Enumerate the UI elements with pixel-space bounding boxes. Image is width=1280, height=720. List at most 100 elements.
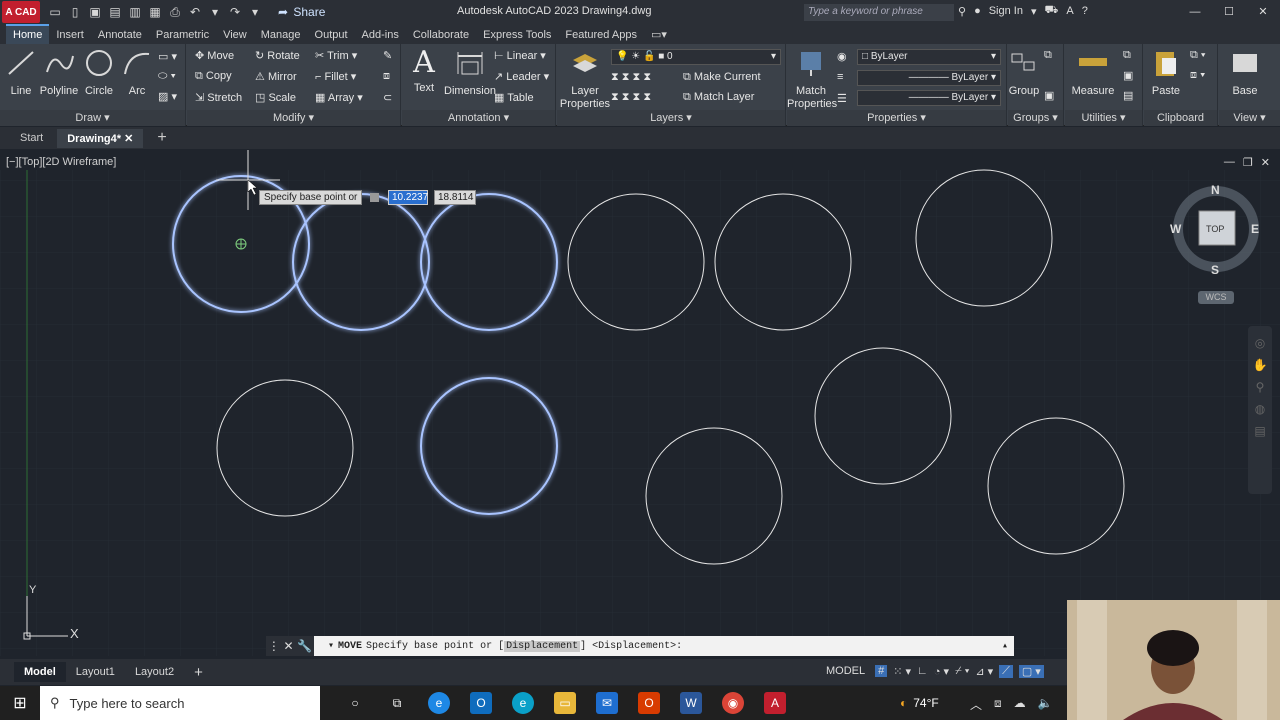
group-select-icon[interactable]: ▣ bbox=[1044, 89, 1054, 102]
close-tab-icon[interactable]: ✕ bbox=[124, 133, 133, 145]
tab-home[interactable]: Home bbox=[6, 24, 50, 44]
fillet-button[interactable]: ⌐ Fillet ▾ bbox=[315, 70, 356, 83]
vp-close-icon[interactable]: ✕ bbox=[1261, 156, 1270, 169]
calculator-icon[interactable]: ▤ bbox=[1123, 89, 1133, 102]
undo-icon[interactable]: ↶ bbox=[188, 5, 202, 19]
tab-view[interactable]: View bbox=[216, 26, 254, 44]
volume-icon[interactable]: 🔈 bbox=[1038, 696, 1053, 713]
measure-tool[interactable]: Measure bbox=[1067, 48, 1119, 97]
autodesk-a360-icon[interactable]: A bbox=[1066, 5, 1073, 17]
layout-tab-model[interactable]: Model bbox=[14, 662, 66, 682]
explode-icon[interactable]: ⧈ bbox=[383, 70, 390, 83]
new-layout-button[interactable]: + bbox=[184, 660, 213, 685]
x-coordinate-input[interactable]: 10.2237 bbox=[388, 190, 428, 205]
linear-button[interactable]: ⊢ Linear ▾ bbox=[494, 49, 546, 62]
maximize-icon[interactable]: ☐ bbox=[1212, 0, 1246, 24]
viewport-controls-label[interactable]: [−][Top][2D Wireframe] bbox=[6, 156, 116, 168]
weather-widget[interactable]: ◐ 74°F bbox=[900, 696, 939, 710]
group-tool[interactable]: Group bbox=[1008, 48, 1040, 97]
leader-button[interactable]: ↗ Leader ▾ bbox=[494, 70, 549, 83]
ortho-icon[interactable]: ∟ bbox=[917, 665, 928, 677]
view-panel-title[interactable]: View ▾ bbox=[1219, 110, 1280, 126]
viewcube-top[interactable]: TOP bbox=[1206, 224, 1224, 234]
recent-commands-icon[interactable]: ▴ bbox=[1002, 640, 1008, 652]
mail-icon[interactable]: ✉ bbox=[596, 692, 618, 714]
office-icon[interactable]: O bbox=[638, 692, 660, 714]
redo-dropdown-icon[interactable]: ▾ bbox=[248, 5, 262, 19]
model-space-button[interactable]: MODEL bbox=[822, 663, 869, 679]
groups-panel-title[interactable]: Groups ▾ bbox=[1008, 110, 1063, 126]
wcs-menu[interactable]: WCS bbox=[1198, 291, 1234, 304]
search-icon[interactable]: ⚲ bbox=[958, 5, 966, 18]
stretch-button[interactable]: ⇲ Stretch bbox=[195, 91, 242, 104]
save-icon[interactable]: ▣ bbox=[88, 5, 102, 19]
table-button[interactable]: ▦ Table bbox=[494, 91, 534, 104]
open-icon[interactable]: ▯ bbox=[68, 5, 82, 19]
chrome-icon[interactable]: ◉ bbox=[722, 692, 744, 714]
compass-e[interactable]: E bbox=[1251, 222, 1259, 236]
linetype-dropdown[interactable]: ———— ByLayer ▾ bbox=[857, 70, 1001, 86]
match-properties-tool[interactable]: Match Properties bbox=[787, 48, 837, 111]
tab-manage[interactable]: Manage bbox=[254, 26, 308, 44]
tab-output[interactable]: Output bbox=[308, 26, 355, 44]
arc-tool[interactable]: Arc bbox=[120, 48, 154, 97]
offset-icon[interactable]: ⊂ bbox=[383, 91, 392, 104]
web-save-icon[interactable]: ▥ bbox=[128, 5, 142, 19]
tab-express-tools[interactable]: Express Tools bbox=[476, 26, 558, 44]
new-icon[interactable]: ▭ bbox=[48, 5, 62, 19]
task-view-icon[interactable]: ⧉ bbox=[386, 692, 408, 714]
sign-in-link[interactable]: Sign In bbox=[989, 5, 1023, 17]
edge-browser-icon[interactable]: e bbox=[512, 692, 534, 714]
tray-chevron-icon[interactable]: ︿ bbox=[970, 696, 982, 713]
command-input[interactable]: ▾ MOVE Specify base point or [Displaceme… bbox=[314, 636, 1014, 656]
match-layer-button[interactable]: ⧉ Match Layer bbox=[683, 91, 754, 104]
showmotion-icon[interactable]: ▤ bbox=[1248, 420, 1272, 442]
rectangle-icon[interactable]: ▭ ▾ bbox=[158, 50, 177, 63]
layout-tab-layout2[interactable]: Layout2 bbox=[125, 662, 184, 682]
layout-tab-layout1[interactable]: Layout1 bbox=[66, 662, 125, 682]
copy-button[interactable]: ⧉ Copy bbox=[195, 70, 232, 83]
layer-tools-row1[interactable]: ⧗ ⧗ ⧗ ⧗ bbox=[611, 71, 651, 84]
windows-start-icon[interactable]: ⊞ bbox=[0, 686, 40, 720]
y-coordinate-input[interactable]: 18.8114 bbox=[434, 190, 476, 205]
save-as-icon[interactable]: ▤ bbox=[108, 5, 122, 19]
erase-icon[interactable]: ✎ bbox=[383, 49, 392, 62]
tab-insert[interactable]: Insert bbox=[49, 26, 91, 44]
lineweight-icon[interactable]: ☰ bbox=[837, 92, 847, 105]
layer-tools-row2[interactable]: ⧗ ⧗ ⧗ ⧗ bbox=[611, 91, 651, 104]
minimize-icon[interactable]: — bbox=[1178, 0, 1212, 24]
pan-icon[interactable]: ✋ bbox=[1248, 354, 1272, 376]
lineweight-dropdown[interactable]: ———— ByLayer ▾ bbox=[857, 90, 1001, 106]
orbit-icon[interactable]: ◍ bbox=[1248, 398, 1272, 420]
select-all-icon[interactable]: ▣ bbox=[1123, 69, 1133, 82]
print-icon[interactable]: ⎙ bbox=[168, 5, 182, 20]
app-logo[interactable]: A CAD bbox=[2, 1, 40, 23]
isodraft-icon[interactable]: ⌿ ▾ bbox=[955, 665, 969, 678]
navigation-bar[interactable]: ◎ ✋ ⚲ ◍ ▤ bbox=[1248, 326, 1272, 494]
dimension-tool[interactable]: Dimension bbox=[442, 48, 498, 97]
vp-minimize-icon[interactable]: — bbox=[1224, 156, 1235, 169]
color-wheel-icon[interactable]: ◉ bbox=[837, 50, 847, 63]
help-icon[interactable]: ? bbox=[1082, 5, 1088, 17]
word-icon[interactable]: W bbox=[680, 692, 702, 714]
mirror-button[interactable]: ⚠ Mirror bbox=[255, 70, 297, 83]
base-tool[interactable]: Base bbox=[1227, 48, 1263, 97]
user-icon[interactable]: ● bbox=[974, 5, 981, 17]
circle-tool[interactable]: Circle bbox=[82, 48, 116, 97]
snap-icon[interactable]: ⁙ ▾ bbox=[893, 665, 911, 678]
clipboard-panel-title[interactable]: Clipboard bbox=[1144, 110, 1217, 126]
selection-cycling-icon[interactable]: ▢ ▾ bbox=[1018, 664, 1044, 678]
polyline-tool[interactable]: Polyline bbox=[38, 48, 80, 97]
tab-featured-apps[interactable]: Featured Apps bbox=[558, 26, 644, 44]
ellipse-icon[interactable]: ⬭ ▾ bbox=[158, 70, 176, 83]
undo-dropdown-icon[interactable]: ▾ bbox=[208, 5, 222, 19]
trim-button[interactable]: ✂ Trim ▾ bbox=[315, 49, 357, 62]
tab-add-ins[interactable]: Add-ins bbox=[355, 26, 406, 44]
utilities-panel-title[interactable]: Utilities ▾ bbox=[1065, 110, 1142, 126]
steering-wheel-icon[interactable]: ◎ bbox=[1248, 332, 1272, 354]
ribbon-toggle-icon[interactable]: ▭▾ bbox=[644, 25, 674, 44]
make-current-button[interactable]: ⧉ Make Current bbox=[683, 71, 761, 84]
move-button[interactable]: ✥ Move bbox=[195, 49, 234, 62]
onedrive-icon[interactable]: ☁ bbox=[1014, 696, 1026, 713]
command-history-icon[interactable]: ▾ bbox=[328, 640, 334, 652]
